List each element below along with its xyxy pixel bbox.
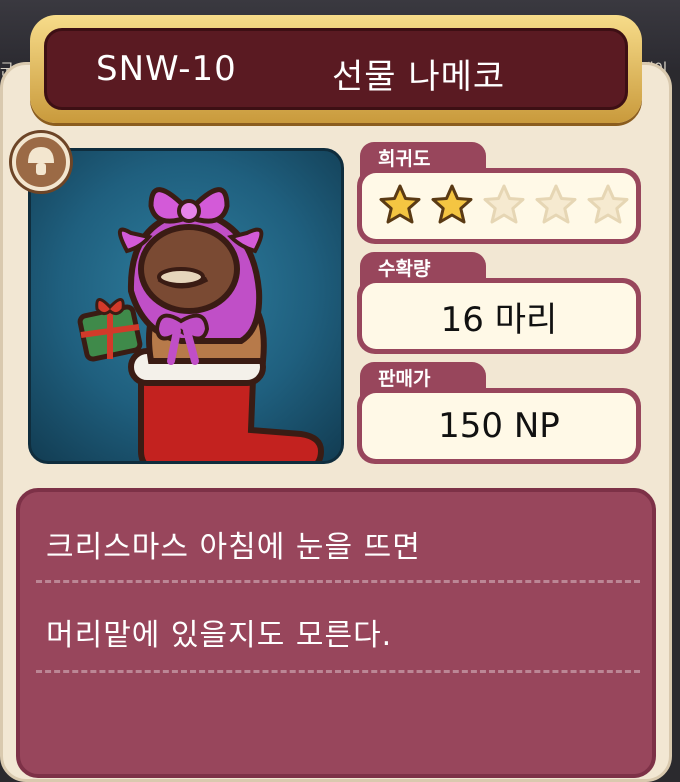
- harvest-value: 16 마리: [362, 283, 636, 349]
- description-panel: 크리스마스 아침에 눈을 뜨면 머리맡에 있을지도 모른다.: [16, 488, 656, 778]
- harvest-box: 16 마리: [357, 278, 641, 354]
- gift-nameko-illustration: [77, 187, 325, 461]
- star-empty-icon: [587, 184, 629, 224]
- star-filled-icon: [379, 184, 421, 224]
- description-line-2: 머리맡에 있을지도 모른다.: [46, 618, 393, 653]
- mushroom-badge: [12, 133, 70, 191]
- item-name: 선물 나메코: [332, 57, 506, 97]
- description-divider-2: [36, 670, 640, 673]
- star-filled-icon: [431, 184, 473, 224]
- rarity-label: 희귀도: [378, 148, 431, 170]
- character-portrait: [28, 148, 344, 464]
- price-value: 150 NP: [362, 393, 636, 459]
- mushroom-icon: [28, 147, 54, 175]
- star-empty-icon: [483, 184, 525, 224]
- rarity-box: [357, 168, 641, 244]
- star-empty-icon: [535, 184, 577, 224]
- rarity-stars: [362, 173, 636, 239]
- item-code: SNW-10: [96, 49, 237, 89]
- description-divider-1: [36, 580, 640, 583]
- price-label: 판매가: [378, 368, 431, 390]
- rarity-star-row: [362, 182, 632, 230]
- description-line-1: 크리스마스 아침에 눈을 뜨면: [46, 530, 421, 565]
- harvest-label: 수확량: [378, 258, 431, 280]
- price-box: 150 NP: [357, 388, 641, 464]
